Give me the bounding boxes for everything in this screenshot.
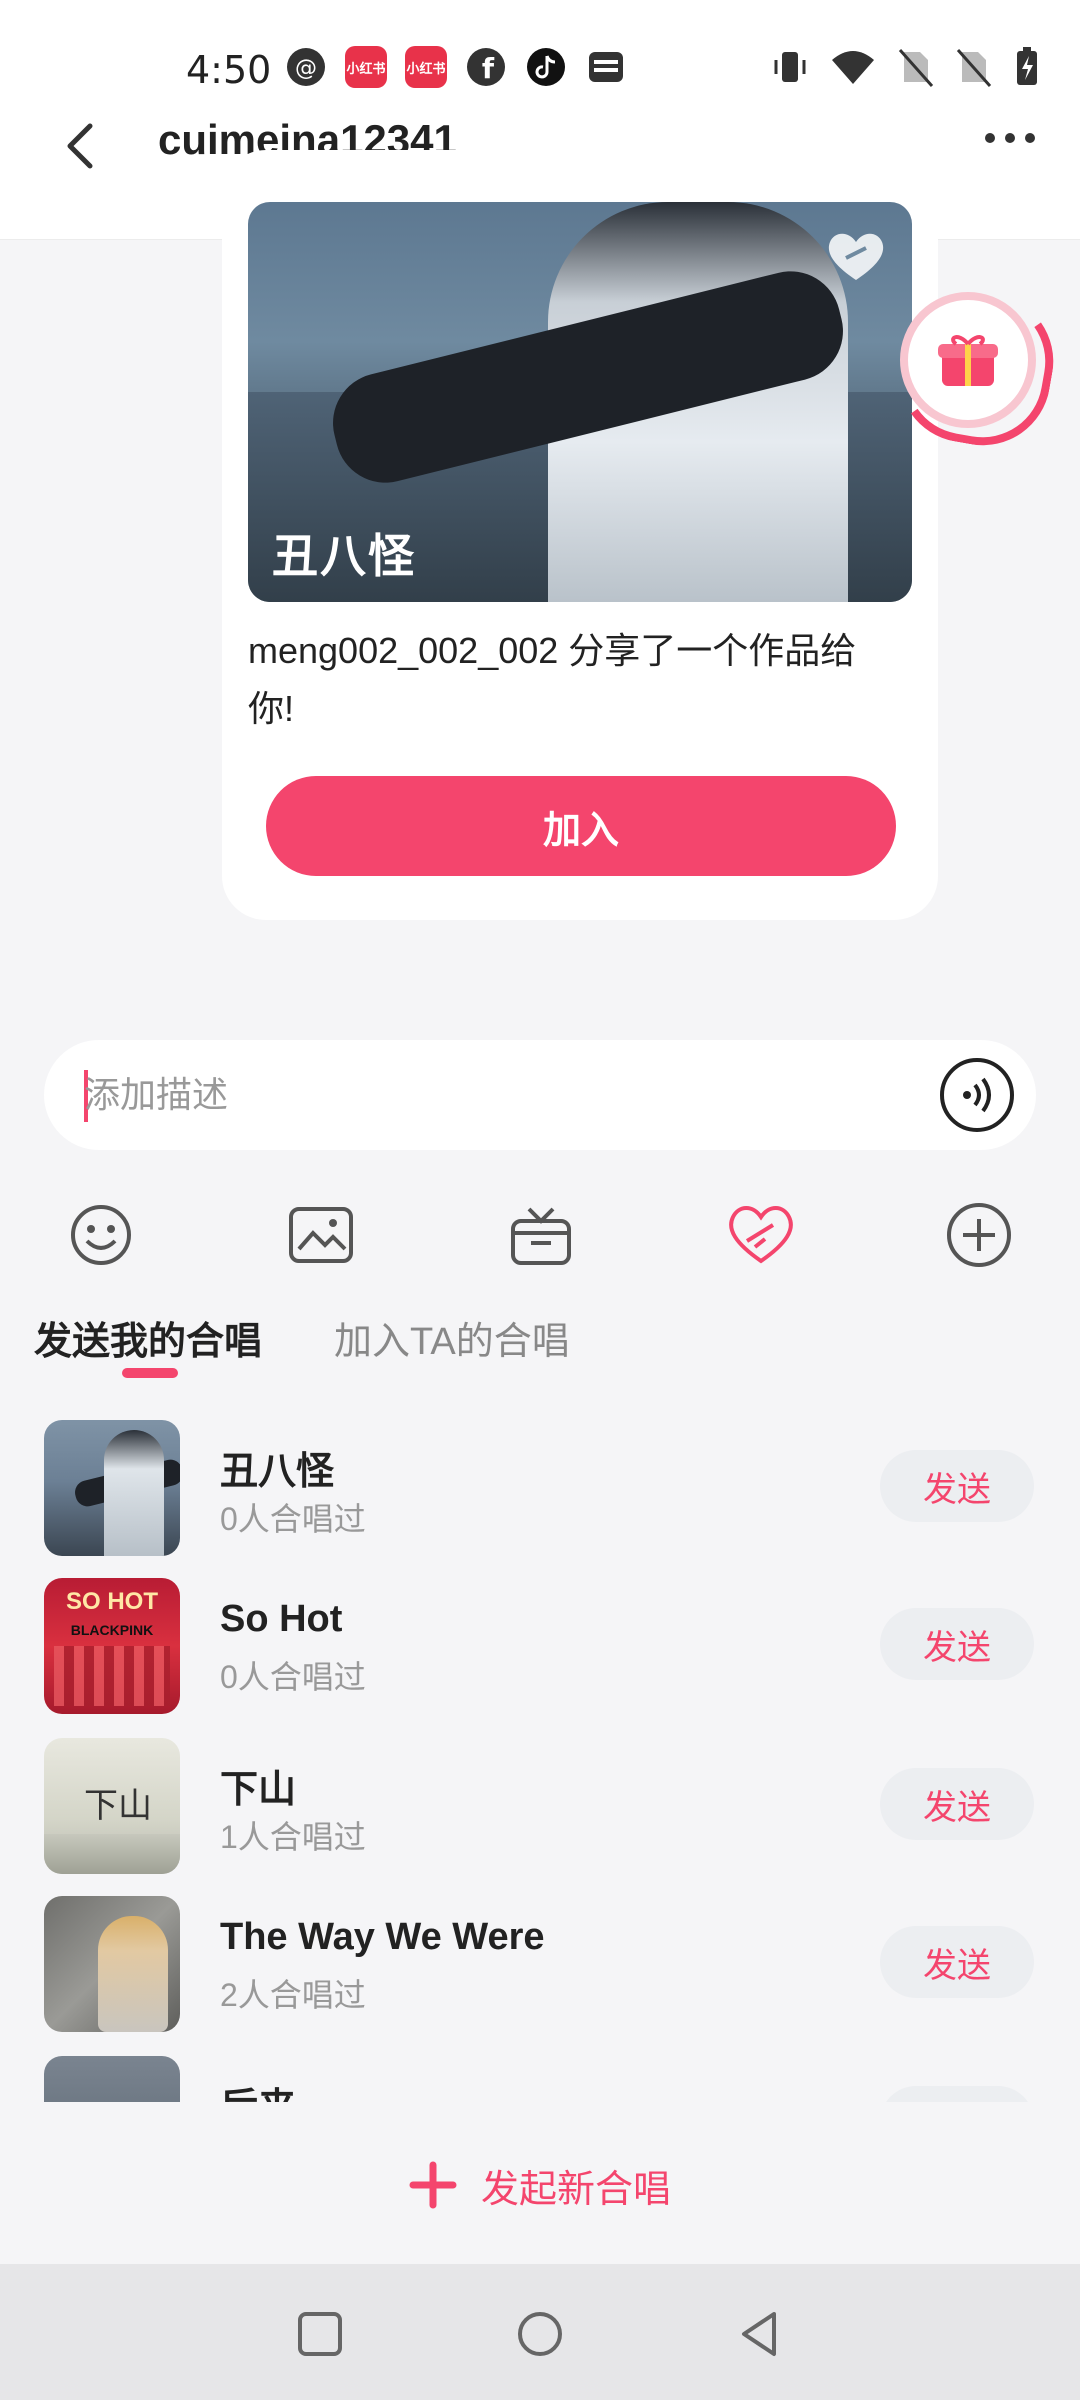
tab-send-my-chorus[interactable]: 发送我的合唱	[34, 1310, 262, 1365]
cover-text-line2: BLACKPINK	[70, 1622, 154, 1638]
back-arrow-icon[interactable]	[58, 116, 102, 176]
image-icon	[289, 1207, 353, 1263]
system-navigation-bar	[0, 2264, 1080, 2400]
no-sim-icon	[898, 49, 934, 87]
thumb-person	[104, 1430, 164, 1556]
cover-mountains	[44, 1834, 180, 1874]
xiaohongshu-icon: 小红书	[405, 46, 447, 88]
song-name: The Way We Were	[220, 1916, 545, 1958]
chat-toolbar	[0, 1190, 1080, 1280]
list-item: 下山 下山 1人合唱过 发送	[0, 1730, 1080, 1874]
threads-icon: @	[287, 48, 325, 86]
inbox-icon	[589, 52, 623, 82]
cover-figures	[54, 1646, 170, 1706]
song-thumbnail[interactable]	[44, 1896, 180, 2032]
send-button[interactable]: 发送	[880, 1768, 1034, 1840]
tab-join-their-chorus[interactable]: 加入TA的合唱	[334, 1310, 570, 1365]
join-button[interactable]: 加入	[266, 776, 896, 876]
description-input-bar	[44, 1040, 1036, 1150]
chorus-list: 丑八怪 0人合唱过 发送 SO HOT BLACKPINK So Hot 0人合…	[0, 1412, 1080, 2102]
song-thumbnail[interactable]	[44, 2056, 180, 2102]
xiaohongshu-icon: 小红书	[345, 46, 387, 88]
song-thumbnail[interactable]	[44, 1420, 180, 1556]
song-name: 丑八怪	[220, 1451, 335, 1493]
chorus-count: 0人合唱过	[220, 1659, 366, 1695]
battery-charging-icon	[1017, 47, 1037, 85]
svg-text:@: @	[295, 56, 317, 81]
tiktok-icon	[527, 48, 565, 86]
image-button[interactable]	[276, 1190, 366, 1280]
plus-circle-icon	[947, 1203, 1011, 1267]
send-button[interactable]: 发送	[880, 1608, 1034, 1680]
back-nav-icon[interactable]	[730, 2304, 790, 2364]
start-new-chorus-label: 发起新合唱	[480, 2168, 671, 2211]
more-tools-button[interactable]	[934, 1190, 1024, 1280]
gift-box-icon	[511, 1207, 571, 1265]
voice-input-button[interactable]	[940, 1058, 1014, 1132]
system-status-icons	[772, 46, 1040, 88]
chorus-heart-icon	[828, 233, 884, 280]
send-button[interactable]: 发送	[880, 2086, 1034, 2102]
emoji-icon	[71, 1205, 131, 1265]
gift-icon	[938, 335, 998, 386]
list-item: The Way We Were 2人合唱过 发送	[0, 1888, 1080, 2032]
cover-text-line1: SO HOT	[65, 1588, 158, 1615]
song-name: 后来	[220, 2076, 296, 2102]
cover-calligraphy: 下山	[84, 1786, 152, 1826]
status-time: 4:50	[186, 48, 272, 92]
start-new-chorus-button[interactable]: 发起新合唱	[0, 2140, 1080, 2230]
notification-icons: @ 小红书 小红书 f	[285, 46, 627, 88]
recent-apps-icon[interactable]	[290, 2304, 350, 2364]
description-input[interactable]	[84, 1060, 924, 1130]
song-thumbnail[interactable]: 下山	[44, 1738, 180, 1874]
tab-active-indicator	[122, 1368, 178, 1378]
cover-song-title: 丑八怪	[272, 529, 416, 583]
send-button[interactable]: 发送	[880, 1926, 1034, 1998]
facebook-icon: f	[467, 48, 505, 86]
chorus-button[interactable]	[716, 1190, 806, 1280]
list-item: SO HOT BLACKPINK So Hot 0人合唱过 发送	[0, 1570, 1080, 1714]
more-options-icon[interactable]	[980, 118, 1040, 158]
send-button[interactable]: 发送	[880, 1450, 1034, 1522]
no-sim-icon	[956, 49, 992, 87]
plus-icon	[409, 2161, 457, 2209]
chorus-heart-icon	[729, 1206, 793, 1264]
chorus-count: 2人合唱过	[220, 1977, 366, 2013]
gift-box-button[interactable]	[496, 1190, 586, 1280]
song-thumbnail[interactable]: SO HOT BLACKPINK	[44, 1578, 180, 1714]
wifi-icon	[832, 51, 874, 84]
song-name: So Hot	[220, 1598, 343, 1640]
vibrate-icon	[774, 52, 806, 82]
song-cover[interactable]: 丑八怪	[248, 202, 912, 602]
chorus-tabs: 发送我的合唱 加入TA的合唱	[0, 1310, 1080, 1390]
share-message: meng002_002_002 分享了一个作品给你!	[248, 630, 857, 729]
thumb-singer	[98, 1916, 168, 2032]
emoji-button[interactable]	[56, 1190, 146, 1280]
chorus-count: 0人合唱过	[220, 1501, 366, 1537]
home-icon[interactable]	[510, 2304, 570, 2364]
gift-float-button[interactable]	[900, 292, 1036, 428]
song-name: 下山	[220, 1769, 297, 1811]
voice-icon	[963, 1077, 991, 1113]
chorus-count: 1人合唱过	[220, 1819, 366, 1855]
svg-text:f: f	[482, 52, 495, 85]
list-item: 后来 发送	[0, 2048, 1080, 2102]
list-item: 丑八怪 0人合唱过 发送	[0, 1412, 1080, 1556]
